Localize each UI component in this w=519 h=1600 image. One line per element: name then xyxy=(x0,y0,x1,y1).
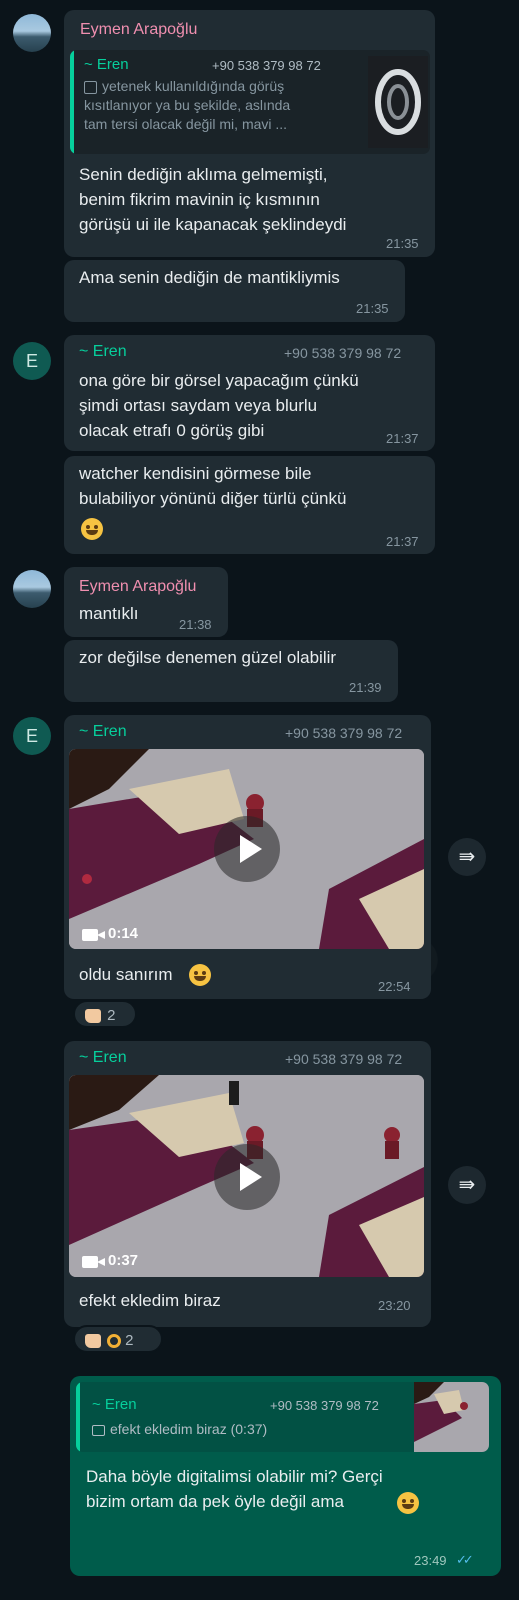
quote-bar xyxy=(70,50,74,154)
quoted-message[interactable]: ~ Eren +90 538 379 98 72 efekt ekledim b… xyxy=(76,1382,489,1452)
message-text: bizim ortam da pek öyle değil ama xyxy=(86,1492,344,1511)
message-time: 21:39 xyxy=(349,680,382,695)
message-text: oldu sanırım xyxy=(79,965,173,984)
reactions[interactable]: 2 xyxy=(73,1000,137,1028)
avatar[interactable] xyxy=(13,14,51,52)
video-camera-icon xyxy=(82,1256,105,1268)
message-text: görüşü ui ile kapanacak şeklindeydi xyxy=(79,215,347,234)
video-camera-icon xyxy=(82,929,105,941)
message-bubble[interactable]: zor değilse denemen güzel olabilir 21:39 xyxy=(64,640,398,702)
message-time: 21:35 xyxy=(356,301,389,316)
quote-phone: +90 538 379 98 72 xyxy=(270,1398,379,1413)
video-thumbnail[interactable]: 0:14 xyxy=(69,749,424,949)
sender-phone: +90 538 379 98 72 xyxy=(284,345,402,361)
message-text: zor değilse denemen güzel olabilir xyxy=(79,648,337,667)
thumbs-up-icon xyxy=(85,1334,101,1349)
video-thumbnail[interactable]: 0:37 xyxy=(69,1075,424,1277)
quoted-message[interactable]: ~ Eren +90 538 379 98 72 yetenek kullanı… xyxy=(70,50,430,154)
message-time: 21:37 xyxy=(386,431,419,446)
ok-hand-icon xyxy=(107,1334,122,1349)
message-time: 21:35 xyxy=(386,236,419,251)
avatar[interactable] xyxy=(13,570,51,608)
quote-phone: +90 538 379 98 72 xyxy=(212,58,321,73)
message-text: Senin dediğin aklıma gelmemişti, xyxy=(79,165,328,184)
grinning-face-icon xyxy=(81,518,103,540)
message-bubble[interactable]: ~ Eren +90 538 379 98 72 ona göre bir gö… xyxy=(64,335,435,451)
forward-icon[interactable]: ⇛ xyxy=(448,1166,486,1204)
quote-sender: ~ Eren xyxy=(84,56,129,73)
forward-icon[interactable]: ⇛ xyxy=(448,838,486,876)
message-text: şimdi ortası saydam veya blurlu xyxy=(79,396,318,415)
reaction-count: 2 xyxy=(125,1332,134,1349)
video-duration: 0:37 xyxy=(108,1252,139,1269)
message-time: 22:54 xyxy=(378,979,411,994)
sender-phone: +90 538 379 98 72 xyxy=(285,725,403,741)
message-time: 21:38 xyxy=(179,617,212,632)
reactions[interactable]: 2 xyxy=(73,1325,163,1353)
play-icon[interactable] xyxy=(214,1144,280,1210)
sender-phone: +90 538 379 98 72 xyxy=(285,1051,403,1067)
message-bubble[interactable]: watcher kendisini görmese bile bulabiliy… xyxy=(64,456,435,554)
message-text: Ama senin dediğin de mantikliymis xyxy=(79,268,340,287)
image-icon xyxy=(84,81,97,94)
quote-text: tam tersi olacak değil mi, mavi ... xyxy=(84,116,288,132)
quote-text: kısıtlanıyor ya bu şekilde, aslında xyxy=(84,97,291,113)
message-time: 21:37 xyxy=(386,534,419,549)
message-time: 23:20 xyxy=(378,1298,411,1313)
message-text: benim fikrim mavinin iç kısmının xyxy=(79,190,320,209)
message-bubble-outgoing[interactable]: ~ Eren +90 538 379 98 72 efekt ekledim b… xyxy=(70,1376,501,1576)
message-text: mantıklı xyxy=(79,604,139,623)
message-text: watcher kendisini görmese bile xyxy=(79,464,312,483)
message-bubble[interactable]: Eymen Arapoğlu mantıklı 21:38 xyxy=(64,567,228,637)
face-emoji-icon xyxy=(189,964,211,986)
play-icon[interactable] xyxy=(214,816,280,882)
sender-name[interactable]: ~ Eren xyxy=(79,343,127,361)
message-time: 23:49 xyxy=(414,1553,447,1568)
message-bubble[interactable]: ~ Eren +90 538 379 98 72 0:37 efekt ekle… xyxy=(64,1041,431,1327)
quote-thumbnail xyxy=(414,1382,489,1452)
sender-name[interactable]: ~ Eren xyxy=(79,723,127,741)
avatar[interactable]: E xyxy=(13,717,51,755)
quote-bar xyxy=(76,1382,80,1452)
avatar[interactable]: E xyxy=(13,342,51,380)
sender-name[interactable]: Eymen Arapoğlu xyxy=(79,578,196,596)
message-bubble[interactable]: Ama senin dediğin de mantikliymis 21:35 xyxy=(64,260,405,322)
sender-name[interactable]: Eymen Arapoğlu xyxy=(80,21,197,39)
quote-thumbnail xyxy=(368,56,428,148)
message-text: bulabiliyor yönünü diğer türlü çünkü xyxy=(79,489,347,508)
video-icon xyxy=(92,1425,105,1436)
sweat-smile-icon xyxy=(397,1492,419,1514)
thumbs-up-icon xyxy=(85,1009,101,1024)
quote-text: yetenek kullanıldığında görüş xyxy=(102,78,285,94)
message-text: ona göre bir görsel yapacağım çünkü xyxy=(79,371,359,390)
quote-sender: ~ Eren xyxy=(92,1396,137,1413)
message-bubble[interactable]: ~ Eren +90 538 379 98 72 0:14 oldu sanır… xyxy=(64,715,431,999)
quote-text: efekt ekledim biraz (0:37) xyxy=(110,1421,268,1437)
reaction-count: 2 xyxy=(107,1007,116,1024)
message-text: efekt ekledim biraz xyxy=(79,1291,221,1310)
message-text: olacak etrafı 0 görüş gibi xyxy=(79,421,265,440)
sender-name[interactable]: ~ Eren xyxy=(79,1049,127,1067)
message-text: Daha böyle digitalimsi olabilir mi? Gerç… xyxy=(86,1467,383,1486)
video-duration: 0:14 xyxy=(108,925,139,942)
message-bubble[interactable]: Eymen Arapoğlu ~ Eren +90 538 379 98 72 … xyxy=(64,10,435,257)
read-ticks-icon: ✓✓ xyxy=(456,1552,474,1567)
